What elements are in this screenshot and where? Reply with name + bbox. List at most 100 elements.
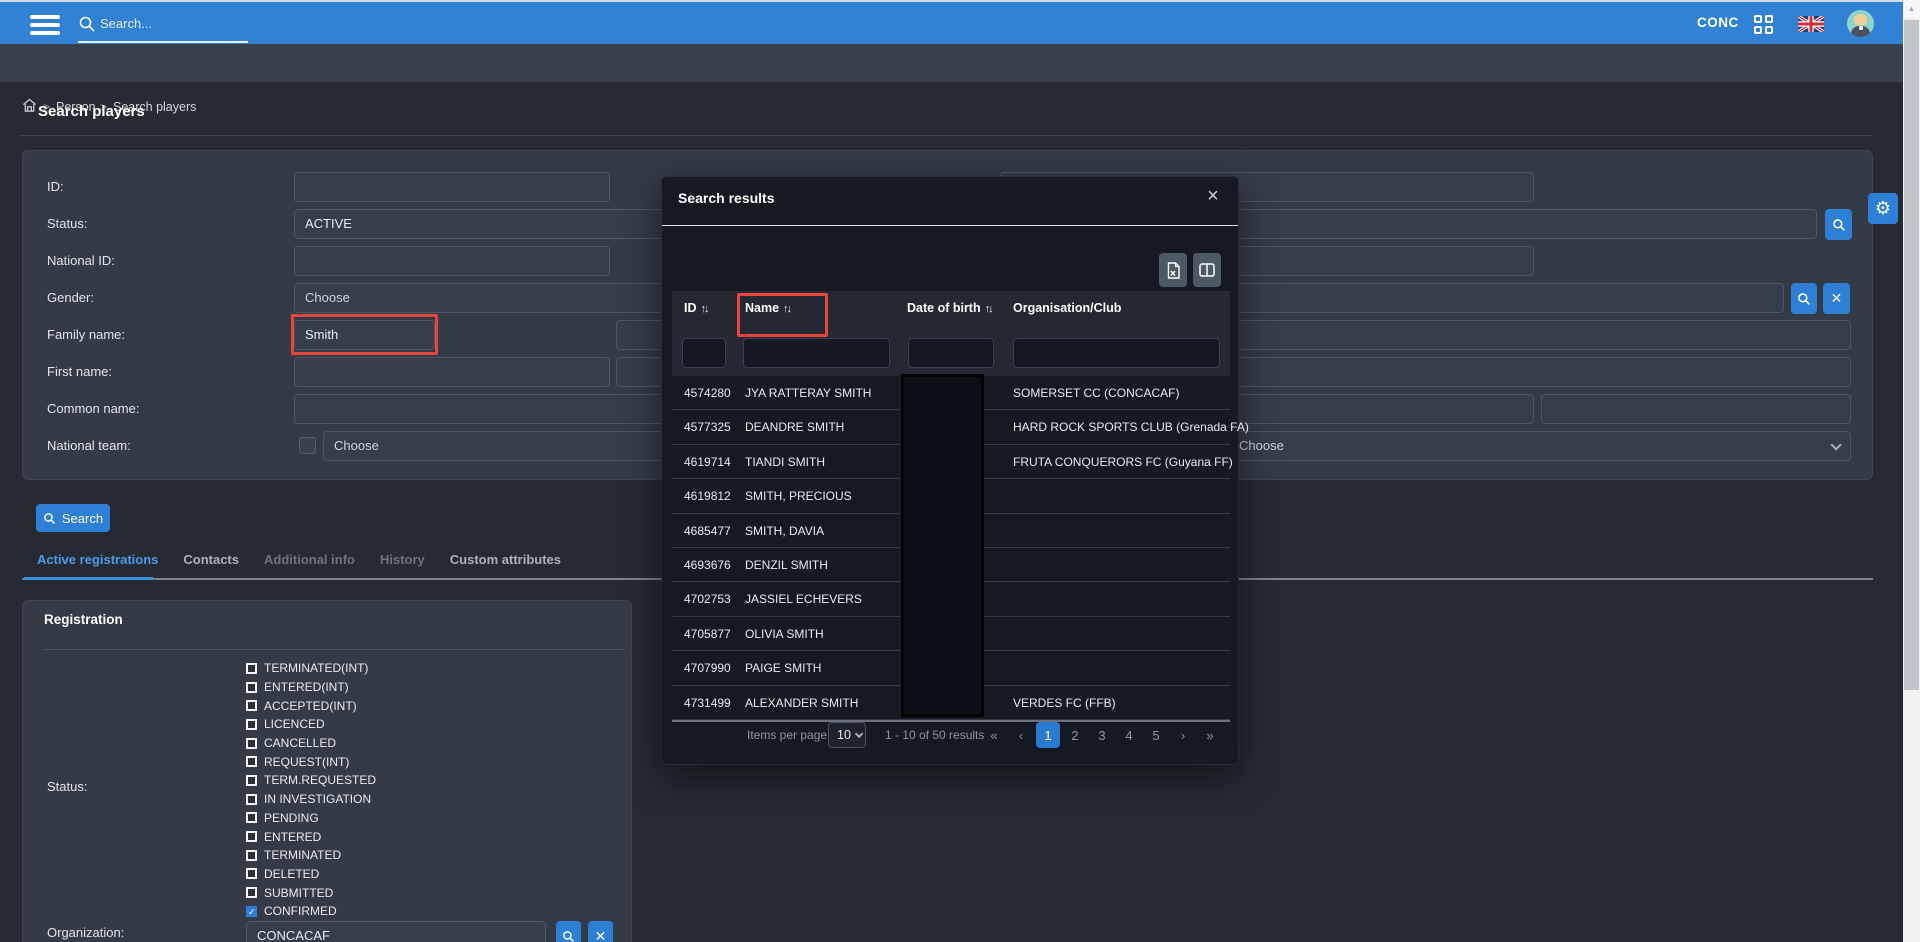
checkbox-checked-icon[interactable]: ✓	[246, 906, 257, 917]
organization-clear-button[interactable]: ✕	[588, 921, 613, 942]
close-icon[interactable]: ×	[1200, 183, 1226, 209]
column-header-id[interactable]: ID↑↓	[684, 301, 708, 315]
status-option-row[interactable]: REQUEST(INT)	[246, 752, 376, 771]
id-label: ID:	[47, 172, 64, 202]
tab-contacts[interactable]: Contacts	[183, 552, 239, 574]
tab-additional-info[interactable]: Additional info	[264, 552, 355, 574]
status-option-row[interactable]: TERM.REQUESTED	[246, 771, 376, 790]
page-button-5[interactable]: 5	[1144, 722, 1168, 748]
gender-search-button[interactable]	[1791, 283, 1817, 314]
column-header-organisation-club[interactable]: Organisation/Club	[1013, 301, 1121, 315]
sort-icon: ↑↓	[701, 303, 708, 315]
national-id-input[interactable]	[294, 246, 610, 276]
common-name-label: Common name:	[47, 394, 139, 424]
cell-name: SMITH, DAVIA	[745, 514, 905, 548]
org-filter-input[interactable]	[1013, 338, 1220, 368]
vertical-scrollbar[interactable]: ▲	[1903, 0, 1920, 942]
tab-active-registrations[interactable]: Active registrations	[37, 552, 158, 574]
id-filter-input[interactable]	[682, 338, 726, 368]
cell-id: 4705877	[684, 617, 744, 651]
checkbox-icon[interactable]	[246, 756, 257, 767]
checkbox-icon[interactable]	[246, 812, 257, 823]
checkbox-icon[interactable]	[246, 700, 257, 711]
registration-title: Registration	[44, 612, 123, 627]
uk-flag-icon[interactable]	[1798, 16, 1824, 32]
scrollbar-thumb[interactable]	[1904, 20, 1919, 690]
gender-clear-button[interactable]: ✕	[1823, 283, 1850, 314]
status-option-row[interactable]: DELETED	[246, 865, 376, 884]
first-page-icon[interactable]: «	[982, 722, 1006, 748]
gender-label: Gender:	[47, 283, 94, 313]
checkbox-icon[interactable]	[246, 831, 257, 842]
last-page-icon[interactable]: »	[1198, 722, 1222, 748]
national-team-select-right[interactable]: Choose	[1228, 431, 1851, 461]
status-option-label: CANCELLED	[264, 736, 336, 750]
status-option-row[interactable]: ✓CONFIRMED	[246, 902, 376, 921]
user-avatar[interactable]	[1847, 10, 1874, 37]
page-button-4[interactable]: 4	[1117, 722, 1141, 748]
dob-filter-input[interactable]	[908, 338, 994, 368]
cell-org	[1013, 514, 1228, 548]
status-option-row[interactable]: SUBMITTED	[246, 883, 376, 902]
status-option-label: IN INVESTIGATION	[264, 792, 371, 806]
annotation-name-column-highlight	[737, 293, 828, 337]
id-input[interactable]	[294, 172, 610, 202]
export-excel-button[interactable]	[1159, 253, 1187, 287]
apps-grid-icon[interactable]	[1754, 15, 1774, 35]
checkbox-icon[interactable]	[246, 775, 257, 786]
status-option-row[interactable]: IN INVESTIGATION	[246, 790, 376, 809]
search-button[interactable]: Search	[36, 504, 110, 532]
status-option-label: SUBMITTED	[264, 886, 333, 900]
status-option-row[interactable]: ACCEPTED(INT)	[246, 696, 376, 715]
status-option-row[interactable]: ENTERED(INT)	[246, 678, 376, 697]
status-search-button[interactable]	[1825, 209, 1852, 240]
page-button-3[interactable]: 3	[1090, 722, 1114, 748]
status-option-label: REQUEST(INT)	[264, 755, 349, 769]
cell-name: PAIGE SMITH	[745, 651, 905, 685]
national-team-checkbox[interactable]	[299, 437, 316, 454]
registration-status-list: TERMINATED(INT)ENTERED(INT)ACCEPTED(INT)…	[246, 659, 376, 921]
checkbox-icon[interactable]	[246, 663, 257, 674]
status-option-row[interactable]: TERMINATED	[246, 846, 376, 865]
checkbox-icon[interactable]	[246, 794, 257, 805]
national-id-label: National ID:	[47, 246, 115, 276]
organization-input[interactable]: CONCACAF	[246, 921, 546, 942]
search-underline	[78, 41, 248, 43]
common-name-input-right[interactable]	[1541, 394, 1851, 424]
status-option-row[interactable]: LICENCED	[246, 715, 376, 734]
checkbox-icon[interactable]	[246, 887, 257, 898]
home-icon[interactable]	[22, 98, 37, 113]
hamburger-menu-icon[interactable]	[30, 15, 60, 36]
status-option-row[interactable]: TERMINATED(INT)	[246, 659, 376, 678]
cell-org: VERDES FC (FFB)	[1013, 686, 1228, 720]
page-button-1[interactable]: 1	[1036, 722, 1060, 748]
organization-search-button[interactable]	[556, 921, 581, 942]
first-name-input[interactable]	[294, 357, 610, 387]
checkbox-icon[interactable]	[246, 682, 257, 693]
status-option-row[interactable]: CANCELLED	[246, 734, 376, 753]
checkbox-icon[interactable]	[246, 738, 257, 749]
checkbox-icon[interactable]	[246, 719, 257, 730]
settings-gear-button[interactable]: ⚙	[1868, 193, 1898, 224]
status-option-row[interactable]: ENTERED	[246, 827, 376, 846]
status-option-row[interactable]: PENDING	[246, 809, 376, 828]
column-header-date-of-birth[interactable]: Date of birth↑↓	[907, 301, 992, 315]
tab-custom-attributes[interactable]: Custom attributes	[450, 552, 561, 574]
checkbox-icon[interactable]	[246, 850, 257, 861]
next-page-icon[interactable]: ›	[1171, 722, 1195, 748]
status-option-label: PENDING	[264, 811, 319, 825]
name-filter-input[interactable]	[743, 338, 890, 368]
national-team-label: National team:	[47, 431, 131, 461]
global-search-input[interactable]	[100, 12, 248, 34]
chevron-down-icon	[855, 730, 863, 738]
cell-id: 4685477	[684, 514, 744, 548]
scroll-up-arrow-icon[interactable]: ▲	[1903, 0, 1920, 18]
items-per-page-select[interactable]: 10	[828, 722, 866, 748]
sort-icon: ↑↓	[985, 303, 992, 315]
columns-settings-icon[interactable]	[1193, 253, 1221, 287]
page-button-2[interactable]: 2	[1063, 722, 1087, 748]
prev-page-icon[interactable]: ‹	[1009, 722, 1033, 748]
tab-history[interactable]: History	[380, 552, 425, 574]
cell-org	[1013, 479, 1228, 513]
checkbox-icon[interactable]	[246, 868, 257, 879]
